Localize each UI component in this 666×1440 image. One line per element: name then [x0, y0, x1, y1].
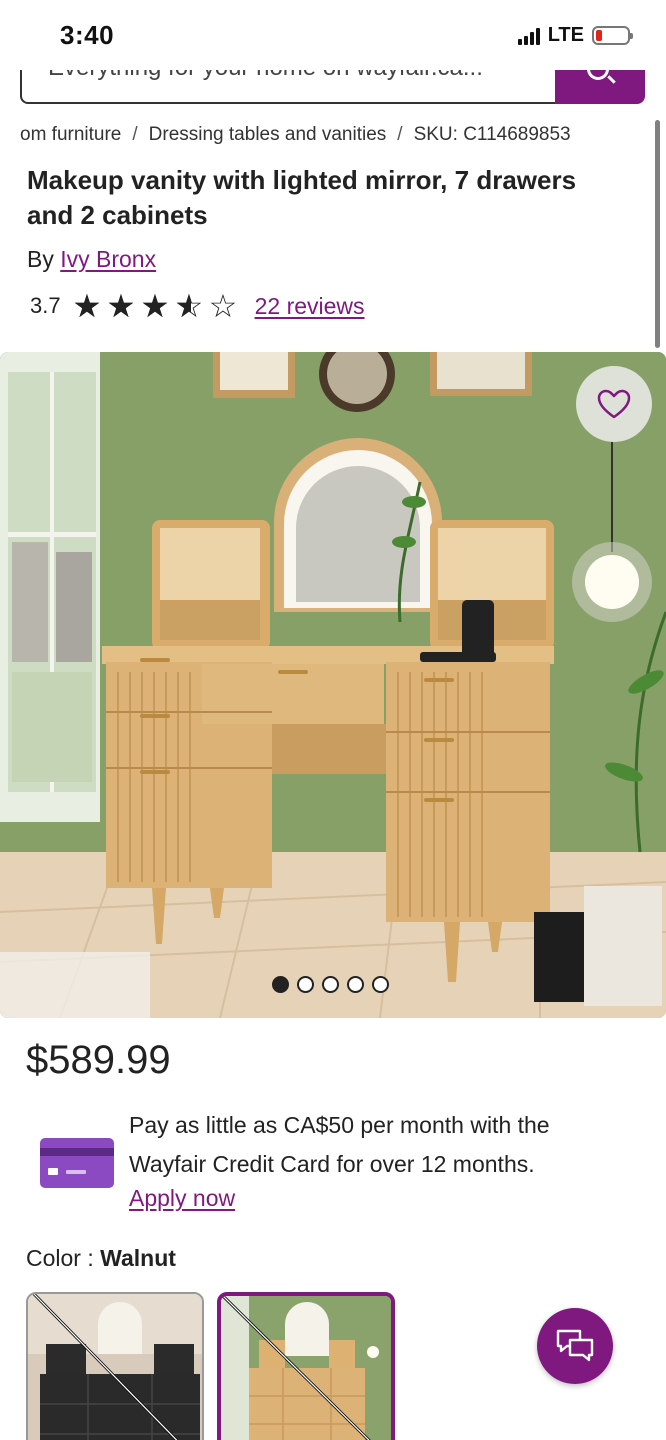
chat-button[interactable] — [537, 1308, 613, 1384]
signal-icon — [517, 27, 540, 45]
carousel-dot[interactable] — [297, 976, 314, 993]
color-selector-label: Color : Walnut — [26, 1245, 176, 1272]
star-icon: ☆★ — [106, 288, 136, 324]
reviews-link[interactable]: 22 reviews — [255, 293, 365, 320]
apply-now-link[interactable]: Apply now — [129, 1185, 235, 1212]
color-swatch-black[interactable] — [26, 1292, 204, 1440]
breadcrumb-separator: / — [132, 124, 138, 145]
rating-row: 3.7 ☆★☆★☆★☆★☆★ 22 reviews — [30, 290, 365, 322]
color-label: Color : — [26, 1245, 94, 1271]
carousel-dots — [272, 976, 389, 993]
chat-bubbles-icon — [556, 1329, 594, 1362]
status-bar: 3:40 LTE — [0, 0, 666, 70]
by-label: By — [27, 246, 54, 272]
star-icon: ☆★ — [72, 288, 102, 324]
rating-value: 3.7 — [30, 293, 61, 318]
swatch-image-black — [28, 1294, 202, 1440]
status-time: 3:40 — [60, 20, 115, 50]
heart-icon — [597, 389, 631, 419]
brand-line: By Ivy Bronx — [27, 246, 156, 273]
network-label: LTE — [547, 24, 584, 46]
product-title: Makeup vanity with lighted mirror, 7 dra… — [27, 165, 577, 230]
selected-color: Walnut — [100, 1245, 176, 1271]
wishlist-button[interactable] — [576, 366, 652, 442]
product-price: $589.99 — [26, 1038, 171, 1082]
battery-icon — [592, 26, 633, 45]
breadcrumb-item-furniture[interactable]: om furniture — [20, 124, 121, 145]
scrollbar[interactable] — [655, 120, 660, 348]
breadcrumb-sku: SKU: C114689853 — [413, 124, 571, 145]
carousel-dot[interactable] — [272, 976, 289, 993]
swatch-image-walnut — [221, 1296, 391, 1440]
product-image-carousel[interactable] — [0, 352, 666, 1018]
credit-card-icon — [40, 1138, 114, 1188]
carousel-dot[interactable] — [322, 976, 339, 993]
breadcrumb-separator: / — [397, 124, 403, 145]
financing-text: Pay as little as CA$50 per month with th… — [129, 1112, 550, 1177]
breadcrumb: om furniture / Dressing tables and vanitie… — [20, 124, 571, 146]
color-swatch-walnut[interactable] — [217, 1292, 395, 1440]
star-icon: ☆★ — [174, 288, 204, 324]
product-photo — [0, 352, 666, 1018]
star-icon: ☆★ — [208, 288, 238, 324]
status-indicators: LTE — [517, 24, 633, 47]
star-rating: ☆★☆★☆★☆★☆★ — [73, 290, 241, 322]
carousel-dot[interactable] — [347, 976, 364, 993]
star-icon: ☆★ — [140, 288, 170, 324]
breadcrumb-item-dressing-tables[interactable]: Dressing tables and vanities — [149, 124, 387, 145]
brand-link[interactable]: Ivy Bronx — [60, 246, 156, 272]
carousel-dot[interactable] — [372, 976, 389, 993]
